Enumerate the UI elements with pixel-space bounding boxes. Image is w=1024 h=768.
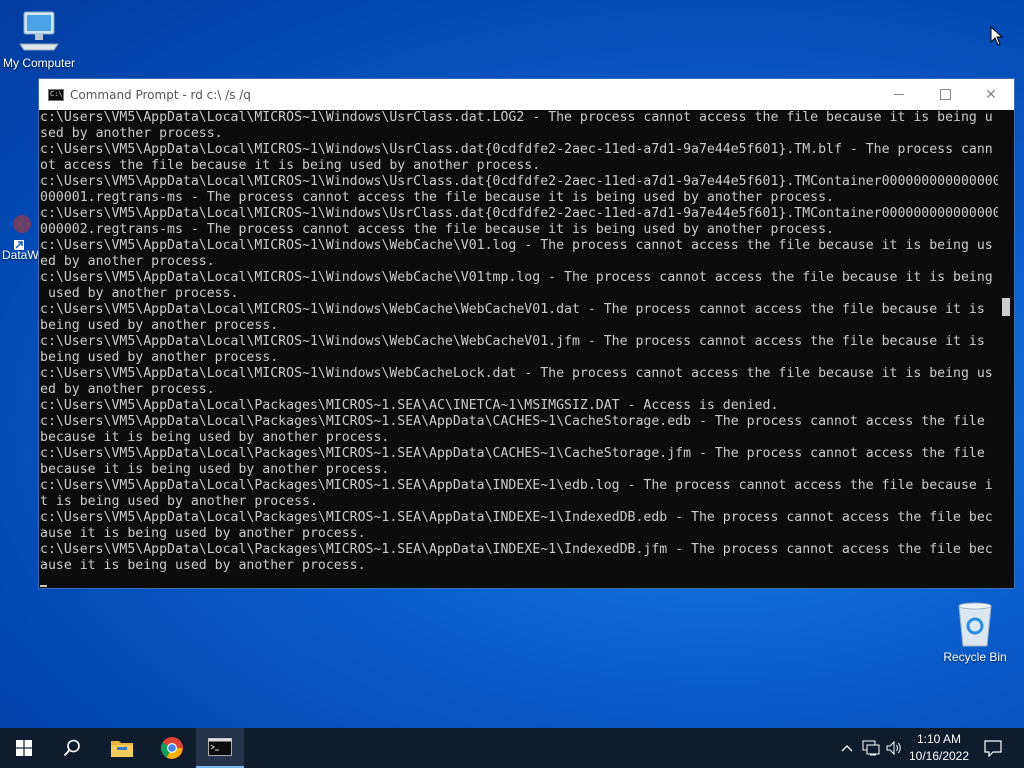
- folder-icon: [111, 741, 133, 757]
- console-line: c:\Users\VM5\AppData\Local\Packages\MICR…: [40, 398, 779, 413]
- console-line: ed by another process.: [40, 382, 215, 397]
- console-line: ed by another process.: [40, 254, 215, 269]
- close-button[interactable]: ✕: [968, 79, 1014, 110]
- console-line: c:\Users\VM5\AppData\Local\MICROS~1\Wind…: [40, 174, 999, 189]
- dataw-desktop-icon[interactable]: DataW: [2, 210, 40, 262]
- command-prompt-taskbar-button[interactable]: [196, 728, 244, 768]
- my-computer-label: My Computer: [2, 56, 76, 70]
- search-icon: [63, 739, 80, 757]
- console-line: 000001.regtrans-ms - The process cannot …: [40, 190, 834, 205]
- speaker-icon: [886, 740, 901, 756]
- notification-icon: [984, 740, 1002, 757]
- console-output[interactable]: c:\Users\VM5\AppData\Local\MICROS~1\Wind…: [40, 110, 999, 588]
- recycle-bin-label: Recycle Bin: [943, 650, 1007, 664]
- chrome-button[interactable]: [148, 728, 196, 768]
- console-line: c:\Users\VM5\AppData\Local\MICROS~1\Wind…: [40, 142, 993, 157]
- console-line: sed by another process.: [40, 126, 223, 141]
- dataw-label: DataW: [2, 248, 39, 262]
- console-line: being used by another process.: [40, 318, 279, 333]
- console-line: ause it is being used by another process…: [40, 558, 366, 573]
- window-title: Command Prompt - rd c:\ /s /q: [70, 87, 251, 102]
- recycle-bin-desktop-icon[interactable]: Recycle Bin: [930, 600, 1020, 664]
- scrollbar-thumb[interactable]: [1002, 298, 1010, 316]
- minimize-button[interactable]: [876, 79, 922, 110]
- console-line: c:\Users\VM5\AppData\Local\Packages\MICR…: [40, 414, 985, 429]
- maximize-button[interactable]: [922, 79, 968, 110]
- search-button[interactable]: [48, 728, 96, 768]
- action-center-button[interactable]: [978, 728, 1008, 768]
- clock-date: 10/16/2022: [908, 749, 970, 763]
- shortcut-icon: [13, 215, 31, 250]
- console-line: 000002.regtrans-ms - The process cannot …: [40, 222, 834, 237]
- network-button[interactable]: [860, 728, 882, 768]
- console-line: c:\Users\VM5\AppData\Local\MICROS~1\Wind…: [40, 366, 993, 381]
- console-line: c:\Users\VM5\AppData\Local\MICROS~1\Wind…: [40, 334, 985, 349]
- console-line: because it is being used by another proc…: [40, 462, 390, 477]
- console-line: because it is being used by another proc…: [40, 430, 390, 445]
- cmd-app-icon: C:\_: [48, 88, 67, 101]
- chrome-icon: [161, 737, 183, 759]
- console-line: t is being used by another process.: [40, 494, 318, 509]
- command-prompt-window[interactable]: C:\_ Command Prompt - rd c:\ /s /q ✕ c:\…: [38, 78, 1015, 589]
- mouse-pointer-icon: [990, 26, 1004, 46]
- computer-icon: [19, 11, 59, 51]
- console-line: c:\Users\VM5\AppData\Local\MICROS~1\Wind…: [40, 206, 999, 221]
- taskbar-clock[interactable]: 1:10 AM 10/16/2022: [905, 731, 973, 765]
- maximize-icon: [939, 89, 951, 100]
- console-line: c:\Users\VM5\AppData\Local\MICROS~1\Wind…: [40, 302, 985, 317]
- window-titlebar[interactable]: C:\_ Command Prompt - rd c:\ /s /q ✕: [39, 79, 1014, 110]
- console-line: c:\Users\VM5\AppData\Local\Packages\MICR…: [40, 446, 985, 461]
- windows-logo-icon: [16, 740, 32, 756]
- console-line: ause it is being used by another process…: [40, 526, 366, 541]
- console-scrollbar[interactable]: [998, 110, 1014, 588]
- volume-button[interactable]: [884, 728, 904, 768]
- show-hidden-icons-button[interactable]: [838, 728, 856, 768]
- recycle-bin-icon: [958, 602, 992, 647]
- chevron-up-icon: [841, 745, 853, 752]
- taskbar: 1:10 AM 10/16/2022: [0, 728, 1024, 768]
- console-line: ot access the file because it is being u…: [40, 158, 541, 173]
- console-line: c:\Users\VM5\AppData\Local\Packages\MICR…: [40, 478, 993, 493]
- text-cursor: [40, 585, 47, 587]
- console-line: c:\Users\VM5\AppData\Local\Packages\MICR…: [40, 542, 993, 557]
- console-line: c:\Users\VM5\AppData\Local\MICROS~1\Wind…: [40, 238, 993, 253]
- my-computer-desktop-icon[interactable]: My Computer: [0, 8, 84, 70]
- console-line: used by another process.: [40, 286, 239, 301]
- console-line: being used by another process.: [40, 350, 279, 365]
- clock-time: 1:10 AM: [916, 732, 962, 746]
- cmd-icon: [208, 738, 232, 756]
- network-icon: [862, 740, 880, 756]
- console-line: c:\Users\VM5\AppData\Local\MICROS~1\Wind…: [40, 270, 993, 285]
- minimize-icon: [894, 94, 904, 95]
- console-line: c:\Users\VM5\AppData\Local\MICROS~1\Wind…: [40, 110, 993, 125]
- close-icon: ✕: [985, 86, 997, 103]
- start-button[interactable]: [0, 728, 48, 768]
- file-explorer-button[interactable]: [98, 728, 146, 768]
- console-line: c:\Users\VM5\AppData\Local\Packages\MICR…: [40, 510, 993, 525]
